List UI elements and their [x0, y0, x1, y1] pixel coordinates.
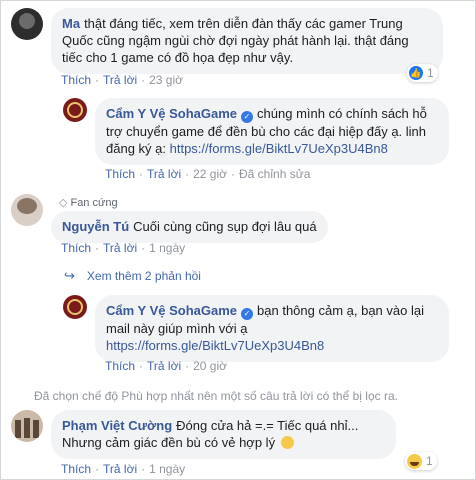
verified-icon: ✓ — [241, 308, 254, 320]
comment-actions: Thích · Trả lời · 1 ngày — [61, 462, 186, 476]
comment-actions: Thích · Trả lời · 23 giờ — [61, 73, 183, 87]
comment-author[interactable]: Nguyễn Tú — [62, 219, 129, 234]
reply-button[interactable]: Trả lời — [103, 73, 137, 87]
reply-author[interactable]: Cẩm Y Vệ SohaGame — [106, 303, 237, 318]
timestamp[interactable]: 23 giờ — [149, 73, 183, 87]
reaction-badge[interactable]: 👍 1 — [407, 64, 438, 82]
comment: Phạm Việt Cường Đóng cửa hả =.= Tiếc quá … — [11, 410, 396, 459]
reply-author[interactable]: Cẩm Y Vệ SohaGame — [106, 106, 237, 121]
verified-icon: ✓ — [241, 111, 254, 123]
fan-badge: ◇ Fan cứng — [59, 196, 118, 210]
fan-badge-label: Fan cứng — [70, 196, 118, 209]
haha-icon — [407, 453, 422, 469]
reply-bubble: Cẩm Y Vệ SohaGame ✓ bạn thông cảm ạ, bạn v… — [95, 295, 449, 362]
view-more-replies[interactable]: ↪ Xem thêm 2 phản hồi — [64, 268, 201, 284]
edited-label[interactable]: Đã chỉnh sửa — [239, 167, 310, 181]
comment: Ma thật đáng tiếc, xem trên diễn đàn thấy… — [11, 8, 443, 74]
reply-link[interactable]: https://forms.gle/BiktLv7UeXp3U4Bn8 — [106, 338, 324, 353]
reply-button[interactable]: Trả lời — [103, 462, 137, 476]
page-avatar[interactable] — [63, 98, 87, 122]
reaction-badge[interactable]: 1 — [405, 452, 437, 470]
like-button[interactable]: Thích — [105, 167, 135, 181]
like-button[interactable]: Thích — [105, 359, 135, 373]
reply-button[interactable]: Trả lời — [103, 241, 137, 255]
diamond-icon: ◇ — [59, 197, 68, 209]
filter-note: Đã chọn chế độ Phù hợp nhất nên một số c… — [34, 389, 398, 403]
comment-bubble: Phạm Việt Cường Đóng cửa hả =.= Tiếc quá … — [51, 410, 396, 459]
timestamp[interactable]: 22 giờ — [193, 167, 227, 181]
timestamp[interactable]: 1 ngày — [149, 241, 185, 255]
like-button[interactable]: Thích — [61, 462, 91, 476]
page-avatar[interactable] — [63, 295, 87, 319]
avatar[interactable] — [11, 8, 43, 40]
comment-text: thật đáng tiếc, xem trên diễn đàn thấy c… — [62, 16, 409, 65]
avatar[interactable] — [11, 410, 43, 442]
like-button[interactable]: Thích — [61, 73, 91, 87]
comment-bubble: Ma thật đáng tiếc, xem trên diễn đàn thấy… — [51, 8, 443, 74]
reaction-count: 1 — [427, 66, 434, 80]
reply-bubble: Cẩm Y Vệ SohaGame ✓ chúng mình có chính sá… — [95, 98, 449, 165]
reply-actions: Thích · Trả lời · 22 giờ · Đã chỉnh sửa — [105, 167, 311, 181]
reply-actions: Thích · Trả lời · 20 giờ — [105, 359, 227, 373]
like-icon: 👍 — [409, 66, 423, 80]
like-button[interactable]: Thích — [61, 241, 91, 255]
comment-body: Nguyễn Tú Cuối cùng cũng sụp đợi lâu quá — [51, 211, 328, 243]
timestamp[interactable]: 1 ngày — [149, 462, 185, 476]
avatar[interactable] — [11, 194, 43, 226]
reaction-count: 1 — [426, 454, 433, 468]
comment-text: Cuối cùng cũng sụp đợi lâu quá — [133, 219, 317, 234]
comment-author[interactable]: Phạm Việt Cường — [62, 418, 172, 433]
reply-button[interactable]: Trả lời — [147, 167, 181, 181]
reply-arrow-icon: ↪ — [64, 268, 75, 283]
view-more-label: Xem thêm 2 phản hồi — [86, 269, 201, 283]
comment-author[interactable]: Ma — [62, 16, 80, 31]
reply: Cẩm Y Vệ SohaGame ✓ chúng mình có chính sá… — [63, 98, 449, 165]
comment — [11, 194, 43, 226]
timestamp[interactable]: 20 giờ — [193, 359, 227, 373]
reply-link[interactable]: https://forms.gle/BiktLv7UeXp3U4Bn8 — [170, 141, 388, 156]
smile-emoji-icon — [280, 436, 294, 449]
reply: Cẩm Y Vệ SohaGame ✓ bạn thông cảm ạ, bạn v… — [63, 295, 449, 362]
comment-actions: Thích · Trả lời · 1 ngày — [61, 241, 186, 255]
comment-bubble: Nguyễn Tú Cuối cùng cũng sụp đợi lâu quá — [51, 211, 328, 243]
reply-button[interactable]: Trả lời — [147, 359, 181, 373]
